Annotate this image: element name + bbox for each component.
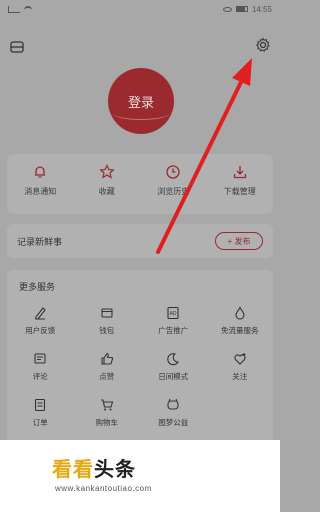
moon-icon bbox=[167, 353, 180, 366]
battery-icon bbox=[235, 6, 248, 12]
service-label: 用户反馈 bbox=[25, 326, 56, 335]
service-label: 广告推广 bbox=[158, 326, 189, 335]
scan-button[interactable] bbox=[6, 36, 28, 58]
service-likes[interactable]: 点赞 bbox=[74, 352, 141, 382]
signal-icon bbox=[8, 5, 20, 13]
wallet-icon bbox=[101, 308, 113, 318]
service-cart[interactable]: 购物车 bbox=[74, 398, 141, 428]
drop-icon bbox=[235, 306, 245, 320]
record-label: 记录新鲜事 bbox=[17, 236, 63, 247]
quick-item-label: 浏览历史 bbox=[157, 187, 190, 196]
service-label: 钱包 bbox=[99, 326, 115, 335]
watermark-url: www.kankantoutiao.com bbox=[55, 484, 152, 493]
settings-button[interactable] bbox=[252, 34, 274, 56]
clock-icon bbox=[166, 165, 180, 179]
record-card: 记录新鲜事 + 发布 bbox=[7, 224, 273, 258]
gear-icon bbox=[255, 37, 270, 52]
watermark-brand-b: 头条 bbox=[94, 459, 136, 481]
service-label: 订单 bbox=[32, 418, 48, 427]
watermark-banner: 看看头条 www.kankantoutiao.com bbox=[0, 440, 280, 512]
services-card: 更多服务 用户反馈 钱包 AD 广告推广 免流量服务 评论 点赞 日间模式 关注… bbox=[7, 270, 273, 442]
service-label: 关注 bbox=[232, 372, 248, 381]
service-charity[interactable]: 图梦公益 bbox=[140, 398, 207, 428]
service-ads[interactable]: AD 广告推广 bbox=[140, 306, 207, 336]
quick-item-history[interactable]: 浏览历史 bbox=[140, 154, 207, 214]
service-label: 图梦公益 bbox=[158, 418, 189, 427]
service-follow[interactable]: 关注 bbox=[207, 352, 274, 382]
service-comments[interactable]: 评论 bbox=[7, 352, 74, 382]
service-label: 点赞 bbox=[99, 372, 115, 381]
services-title: 更多服务 bbox=[19, 282, 56, 292]
feedback-icon bbox=[35, 307, 46, 320]
login-decoration bbox=[112, 106, 170, 120]
svg-text:AD: AD bbox=[170, 311, 177, 317]
services-grid: 用户反馈 钱包 AD 广告推广 免流量服务 评论 点赞 日间模式 关注 订单 购… bbox=[7, 306, 273, 428]
scan-icon bbox=[10, 41, 24, 53]
service-label: 日间模式 bbox=[158, 372, 189, 381]
login-button[interactable]: 登录 bbox=[108, 68, 174, 134]
quick-item-favorites[interactable]: 收藏 bbox=[74, 154, 141, 214]
star-icon bbox=[99, 164, 115, 179]
order-icon bbox=[35, 398, 46, 412]
download-icon bbox=[233, 166, 246, 179]
comment-icon bbox=[34, 353, 46, 364]
profile-screen: 14:55 登录 消息通知 收藏 浏览历史 下载管理 记录新鲜事 + 发布 更多… bbox=[0, 0, 280, 512]
ad-icon: AD bbox=[167, 306, 179, 320]
quick-item-label: 消息通知 bbox=[24, 187, 57, 196]
service-orders[interactable]: 订单 bbox=[7, 398, 74, 428]
status-bar: 14:55 bbox=[0, 0, 280, 18]
status-time: 14:55 bbox=[251, 4, 272, 14]
cart-icon bbox=[100, 399, 113, 411]
service-day-mode[interactable]: 日间模式 bbox=[140, 352, 207, 382]
quick-item-label: 收藏 bbox=[98, 187, 115, 196]
service-wallet[interactable]: 钱包 bbox=[74, 306, 141, 336]
quick-actions-card: 消息通知 收藏 浏览历史 下载管理 bbox=[7, 154, 273, 214]
service-label: 评论 bbox=[32, 372, 48, 381]
charity-icon bbox=[167, 398, 179, 410]
service-label: 免流量服务 bbox=[221, 326, 259, 335]
wifi-icon bbox=[24, 6, 32, 12]
quick-item-notifications[interactable]: 消息通知 bbox=[7, 154, 74, 214]
watermark-brand: 看看头条 bbox=[52, 453, 136, 482]
thumbs-up-icon bbox=[101, 352, 113, 365]
service-feedback[interactable]: 用户反馈 bbox=[7, 306, 74, 336]
service-label: 购物车 bbox=[95, 418, 119, 427]
quick-item-label: 下载管理 bbox=[223, 187, 256, 196]
publish-button[interactable]: + 发布 bbox=[215, 232, 263, 250]
watermark-brand-a: 看看 bbox=[52, 459, 94, 481]
eye-comfort-icon bbox=[222, 6, 232, 12]
bell-icon bbox=[35, 166, 46, 178]
service-free-data[interactable]: 免流量服务 bbox=[207, 306, 274, 336]
heart-plus-icon bbox=[234, 353, 246, 365]
quick-item-downloads[interactable]: 下载管理 bbox=[207, 154, 274, 214]
